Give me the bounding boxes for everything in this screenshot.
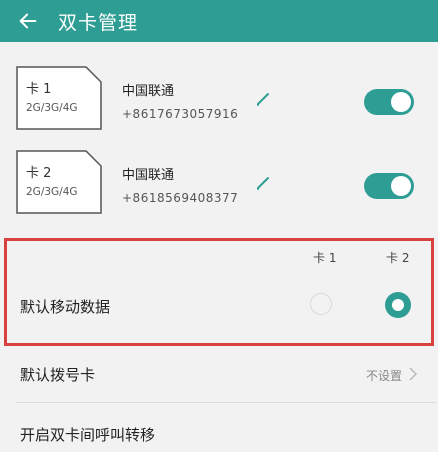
sim-row-1: 卡 1 2G/3G/4G 中国联通 +8617673057916 bbox=[0, 56, 438, 140]
call-forward-label[interactable]: 开启双卡间呼叫转移 bbox=[20, 424, 155, 445]
back-button[interactable] bbox=[8, 0, 48, 42]
sim-1-toggle[interactable] bbox=[364, 89, 414, 115]
phone-number: +8618569408377 bbox=[122, 191, 239, 205]
sim-network: 2G/3G/4G bbox=[26, 186, 78, 198]
default-data-label: 默认移动数据 bbox=[20, 298, 111, 316]
phone-number: +8617673057916 bbox=[122, 107, 239, 121]
edit-icon[interactable] bbox=[253, 173, 273, 193]
data-sim1-radio[interactable] bbox=[310, 293, 332, 315]
column-label-sim1: 卡 1 bbox=[313, 251, 337, 265]
edit-icon[interactable] bbox=[253, 89, 273, 109]
default-dial-label[interactable]: 默认拨号卡 bbox=[20, 364, 95, 385]
column-label-sim2: 卡 2 bbox=[386, 251, 410, 265]
data-sim2-radio[interactable] bbox=[385, 292, 411, 318]
default-dial-value: 不设置 bbox=[365, 369, 402, 383]
sim-name: 卡 2 bbox=[26, 166, 52, 181]
carrier-name: 中国联通 bbox=[122, 84, 175, 99]
chevron-right-icon bbox=[409, 367, 418, 381]
sim-card-icon: 卡 2 2G/3G/4G bbox=[16, 150, 102, 214]
divider bbox=[16, 402, 436, 403]
page-title: 双卡管理 bbox=[58, 11, 139, 34]
toggle-knob bbox=[391, 176, 411, 196]
sim-name: 卡 1 bbox=[26, 82, 52, 97]
sim-2-toggle[interactable] bbox=[364, 173, 414, 199]
sim-row-2: 卡 2 2G/3G/4G 中国联通 +8618569408377 bbox=[0, 140, 438, 224]
app-header: 双卡管理 bbox=[0, 0, 438, 42]
highlight-box bbox=[4, 238, 434, 346]
sim-network: 2G/3G/4G bbox=[26, 102, 78, 114]
carrier-name: 中国联通 bbox=[122, 168, 175, 183]
toggle-knob bbox=[391, 92, 411, 112]
sim-card-icon: 卡 1 2G/3G/4G bbox=[16, 66, 102, 130]
arrow-left-icon bbox=[19, 13, 37, 29]
